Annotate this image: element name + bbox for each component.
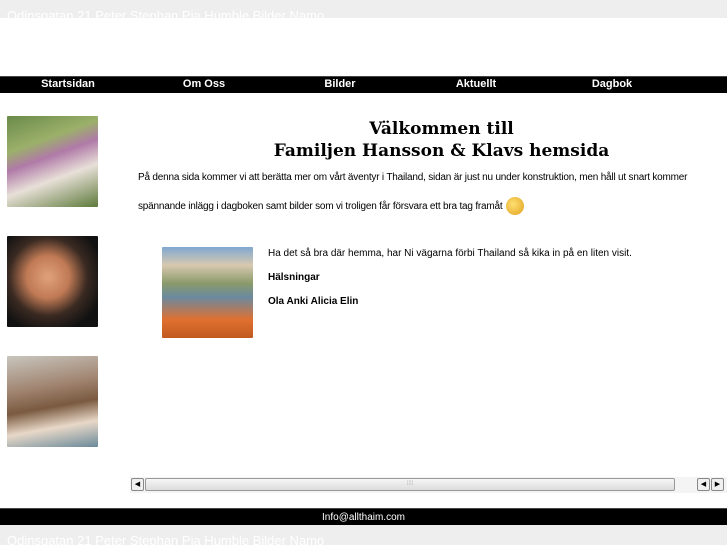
photo-man — [7, 236, 98, 327]
message-text: Ha det så bra där hemma, har Ni vägarna … — [268, 248, 632, 259]
scrollbar-thumb[interactable]: ⁞⁞⁞⁞ — [145, 478, 675, 491]
photo-girls — [7, 116, 98, 207]
scroll-left-icon[interactable]: ◀ — [131, 478, 144, 491]
main-nav: Startsidan Om Oss Bilder Aktuellt Dagbok — [0, 76, 727, 93]
smiley-icon — [506, 197, 525, 216]
horizontal-scrollbar[interactable]: ◀ ⁞⁞⁞⁞ ◀ ▶ — [130, 477, 727, 493]
footer-bar: Info@allthaim.com — [0, 508, 727, 525]
header-hidden-text: Odinsgatan 21 Peter Stephan Pia Humble B… — [7, 8, 325, 23]
intro-line-2: spännande inlägg i dagboken samt bilder … — [138, 201, 503, 212]
nav-startsidan[interactable]: Startsidan — [0, 77, 136, 93]
title-line-2: Familjen Hansson & Klavs hemsida — [273, 141, 610, 161]
message-block: Ha det så bra där hemma, har Ni vägarna … — [268, 247, 632, 319]
title-line-1: Välkommen till — [369, 119, 514, 139]
nav-dagbok[interactable]: Dagbok — [544, 77, 680, 93]
nav-bilder[interactable]: Bilder — [272, 77, 408, 93]
top-bar: Odinsgatan 21 Peter Stephan Pia Humble B… — [0, 0, 727, 23]
email-link[interactable]: Info@allthaim.com — [322, 512, 405, 523]
footer-hidden-text: Odinsgatan 21 Peter Stephan Pia Humble B… — [7, 533, 325, 548]
intro-text: På denna sida kommer vi att berätta mer … — [138, 163, 727, 221]
signature: Ola Anki Alicia Elin — [268, 296, 359, 307]
nav-aktuellt[interactable]: Aktuellt — [408, 77, 544, 93]
bottom-bar: Odinsgatan 21 Peter Stephan Pia Humble B… — [0, 525, 727, 548]
photo-woman-baby — [7, 356, 98, 447]
photo-couple — [162, 247, 253, 338]
scroll-right-icon[interactable]: ▶ — [711, 478, 724, 491]
nav-om-oss[interactable]: Om Oss — [136, 77, 272, 93]
greeting: Hälsningar — [268, 272, 320, 283]
scroll-left-icon-2[interactable]: ◀ — [697, 478, 710, 491]
page-title: Välkommen till Familjen Hansson & Klavs h… — [130, 118, 727, 162]
intro-line-1: På denna sida kommer vi att berätta mer … — [138, 172, 688, 183]
